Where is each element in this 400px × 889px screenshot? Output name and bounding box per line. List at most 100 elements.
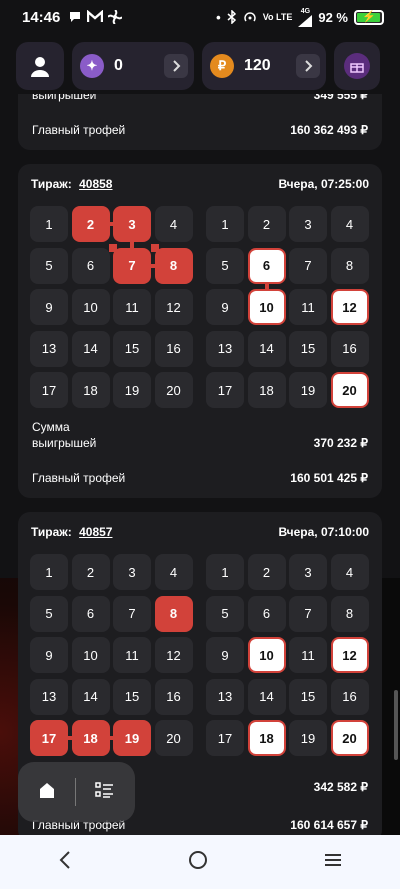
left-number-cell: 8 [154,247,193,284]
right-number-cell: 3 [289,554,327,590]
draw-date: Вчера, 07:10:00 [278,525,369,539]
list-icon[interactable] [95,781,115,804]
gift-button[interactable] [334,42,380,90]
sum-row: Сумма выигрышей 370 232 ₽ [32,420,368,450]
left-number-cell: 15 [113,330,151,367]
left-number-cell: 12 [154,637,193,673]
right-number-cell: 1 [206,206,244,242]
mail-icon [87,10,104,22]
signal-icon [298,14,313,27]
draw-header: Тираж: 40857 Вчера, 07:10:00 [18,512,382,552]
sum-value: 342 582 ₽ [313,780,368,794]
right-number-cell: 8 [330,247,369,284]
home-icon[interactable] [38,781,56,804]
right-number-cell: 13 [206,678,244,715]
top-header: ✦ 0 ₽ 120 [0,38,400,94]
left-number-cell: 7 [113,247,151,284]
recent-apps-icon[interactable] [324,853,342,872]
fan-icon [108,10,123,24]
left-number-cell: 13 [30,330,68,367]
status-bar: 14:46 • Vo LTE 4G 92 % ⚡ [0,0,400,34]
right-number-cell: 17 [206,720,244,756]
left-connector [68,736,72,740]
right-connector [264,283,269,289]
trophy-value: 160 501 425 ₽ [290,471,368,485]
dot-icon: • [216,9,221,25]
left-number-cell: 10 [71,637,110,673]
left-number-cell: 5 [30,595,68,632]
right-number-cell: 6 [247,247,286,284]
right-number-cell: 7 [289,247,327,284]
purple-balance-value: 0 [114,57,123,74]
sum-label: Сумма [32,420,70,434]
left-number-cell: 6 [71,247,110,284]
right-number-cell: 9 [206,289,244,325]
right-number-cell: 17 [206,372,244,408]
back-icon[interactable] [58,850,72,875]
divider [74,778,76,806]
right-number-cell: 9 [206,637,244,673]
left-number-cell: 19 [113,720,151,756]
draw-card[interactable]: Тираж: 40858 Вчера, 07:25:00 1 2 3 4 5 6 7 8 9 10… [18,164,382,498]
orange-coin-icon: ₽ [210,54,234,78]
scrollbar[interactable] [394,690,398,760]
right-number-cell: 11 [289,637,327,673]
right-number-cell: 10 [247,637,286,673]
trophy-row: Главный трофей 160 501 425 ₽ [32,471,368,485]
left-number-cell: 8 [154,595,193,632]
right-number-cell: 2 [247,554,286,590]
trophy-value: 160 362 493 ₽ [290,123,368,137]
right-number-cell: 4 [330,554,369,590]
right-number-cell: 20 [330,720,369,756]
right-number-cell: 12 [330,289,369,325]
floating-nav [18,762,135,822]
right-number-cell: 13 [206,330,244,367]
sum-value: 370 232 ₽ [313,436,368,450]
right-number-cell: 11 [289,289,327,325]
right-number-cell: 5 [206,247,244,284]
right-number-cell: 15 [289,330,327,367]
left-number-cell: 18 [71,372,110,408]
left-number-cell: 16 [154,330,193,367]
left-number-cell: 5 [30,247,68,284]
left-number-cell: 9 [30,289,68,325]
orange-balance-value: 120 [244,57,271,74]
left-number-cell: 1 [30,554,68,590]
draw-number-link[interactable]: 40857 [79,525,112,539]
right-number-cell: 3 [289,206,327,242]
battery-icon: ⚡ [354,9,384,25]
chevron-right-icon[interactable] [164,54,188,78]
draw-date: Вчера, 07:25:00 [278,177,369,191]
purple-balance-pill[interactable]: ✦ 0 [72,42,194,90]
left-number-cell: 9 [30,637,68,673]
left-number-cell: 13 [30,678,68,715]
right-number-cell: 5 [206,595,244,632]
left-number-cell: 3 [113,554,151,590]
bluetooth-icon [227,10,236,24]
right-number-cell: 6 [247,595,286,632]
left-connector [109,736,113,740]
left-number-cell: 20 [154,720,193,756]
right-number-cell: 20 [330,372,369,408]
orange-balance-pill[interactable]: ₽ 120 [202,42,326,90]
draw-number-link[interactable]: 40858 [79,177,112,191]
profile-button[interactable] [16,42,64,90]
draw-header: Тираж: 40858 Вчера, 07:25:00 [18,164,382,204]
right-number-cell: 8 [330,595,369,632]
left-number-cell: 20 [154,372,193,408]
notification-icons [68,10,123,24]
left-number-cell: 2 [71,206,110,242]
right-number-cell: 10 [247,289,286,325]
chevron-right-icon[interactable] [296,54,320,78]
left-number-cell: 16 [154,678,193,715]
system-nav-bar [0,835,400,889]
user-icon [31,57,49,77]
left-number-cell: 15 [113,678,151,715]
right-number-cell: 16 [330,330,369,367]
right-number-cell: 18 [247,720,286,756]
left-number-cell: 12 [154,289,193,325]
left-number-cell: 19 [113,372,151,408]
home-circle-icon[interactable] [188,850,208,875]
right-number-cell: 7 [289,595,327,632]
right-number-cell: 14 [247,678,286,715]
